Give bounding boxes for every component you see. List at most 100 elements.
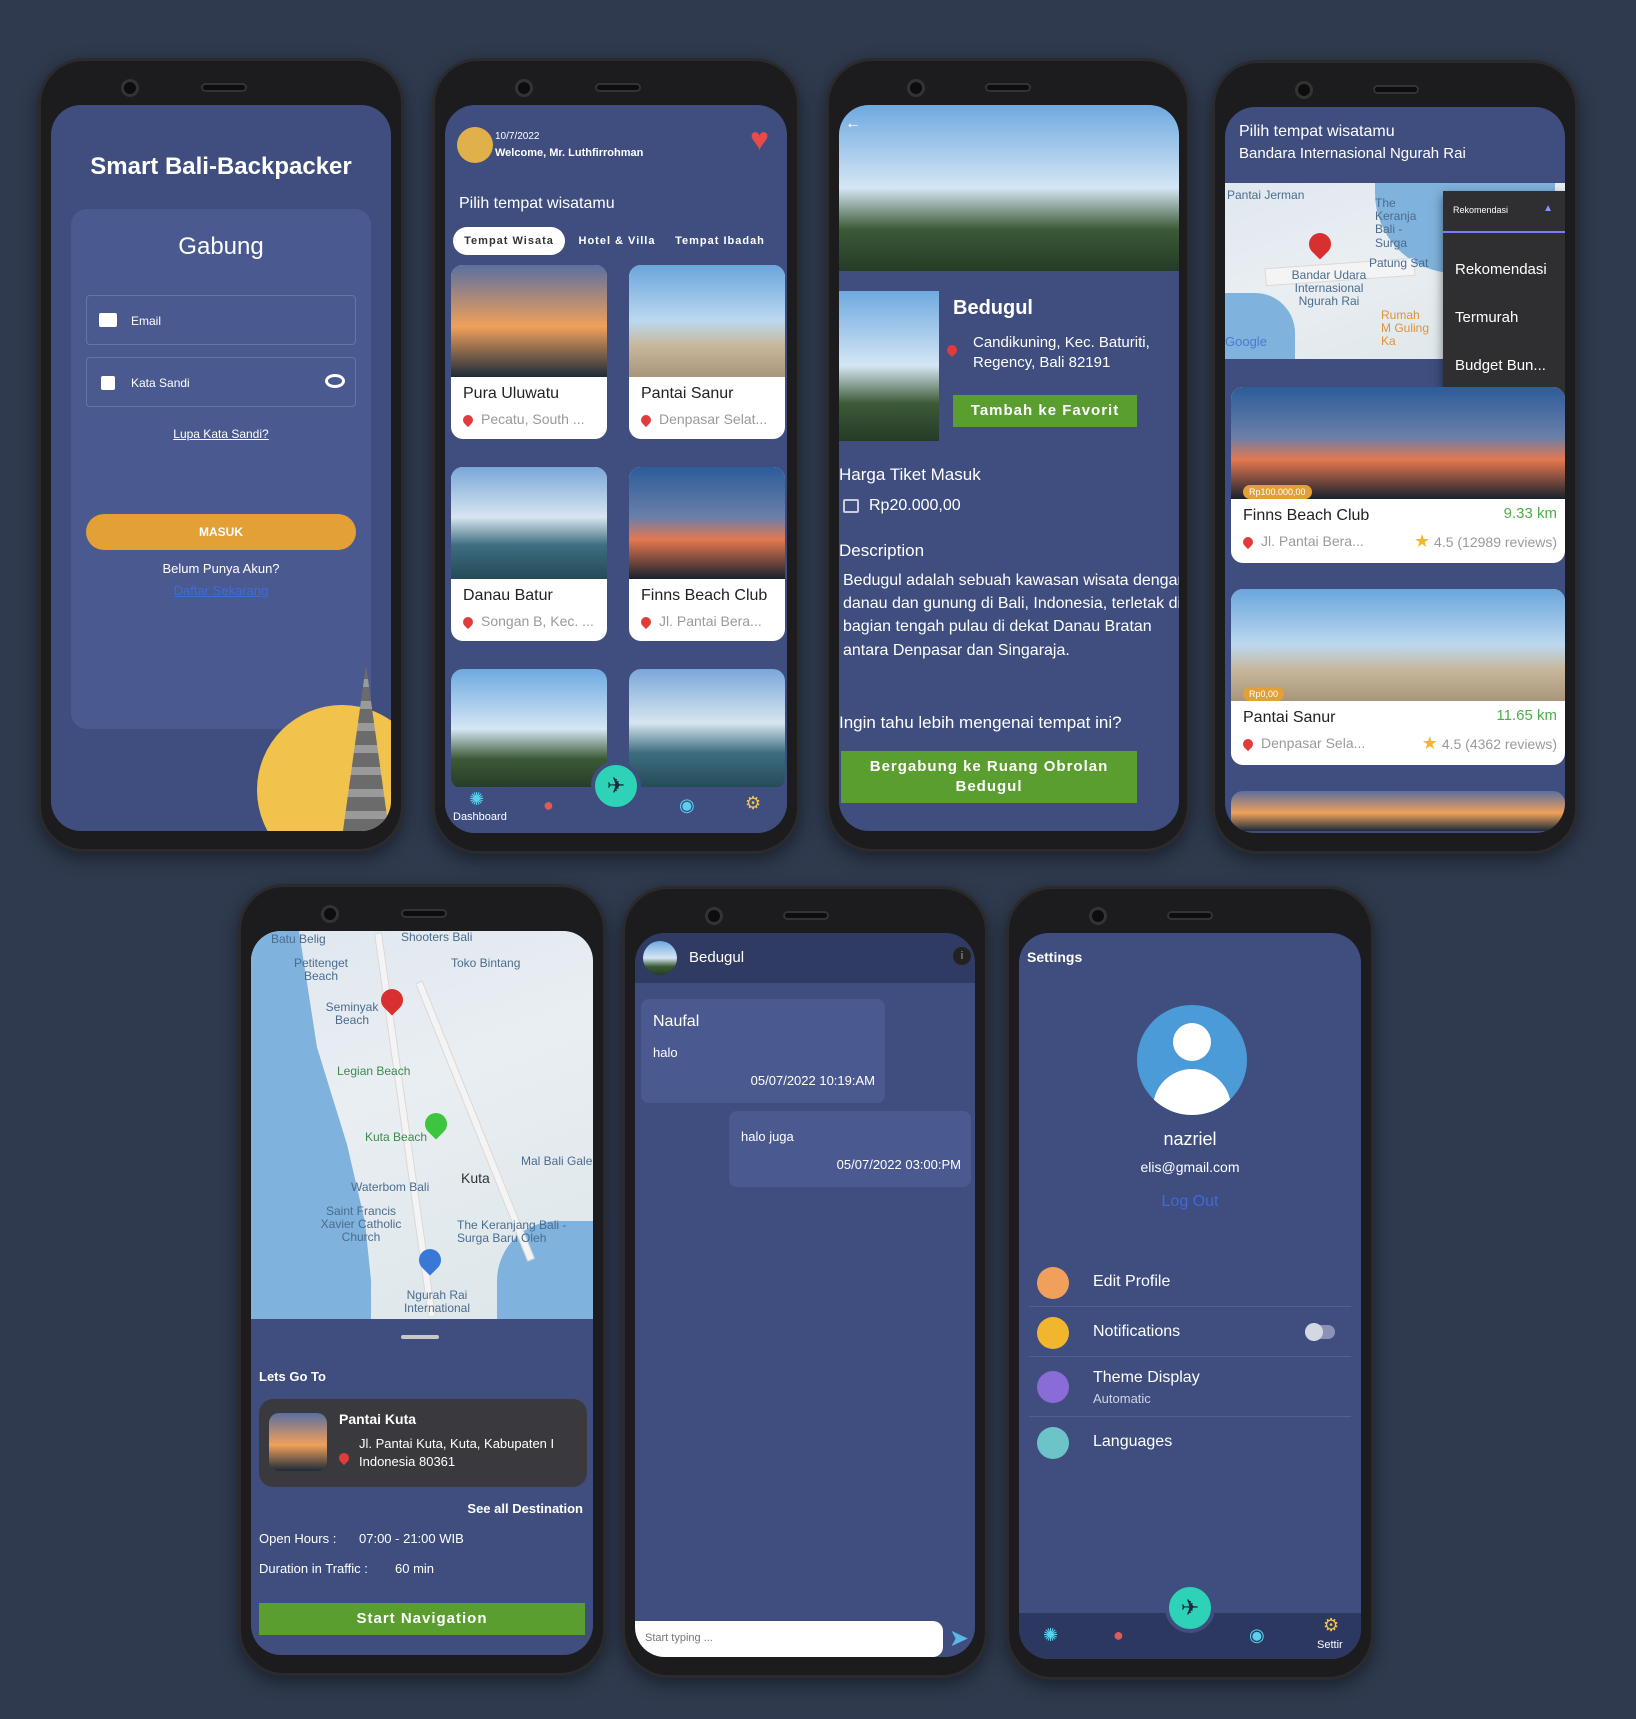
register-link[interactable]: Daftar Sekarang bbox=[71, 583, 371, 598]
description-title: Description bbox=[839, 541, 925, 560]
nav-dashboard-label[interactable]: Dashboard bbox=[453, 811, 507, 823]
place-card[interactable] bbox=[629, 669, 785, 789]
navigation-map[interactable]: Batu Belig Shooters Bali Petitenget Beac… bbox=[251, 931, 593, 1319]
phone-listing: Pilih tempat wisatamu Bandara Internasio… bbox=[1212, 60, 1578, 854]
map-pin-icon[interactable]: ● bbox=[543, 795, 554, 816]
camera-dot bbox=[705, 907, 723, 925]
chat-icon[interactable]: ◉ bbox=[1249, 1625, 1265, 1646]
languages-icon bbox=[1037, 1427, 1069, 1459]
eye-icon[interactable] bbox=[325, 374, 345, 388]
section-title: Pilih tempat wisatamu bbox=[459, 195, 615, 212]
speaker-slot bbox=[595, 83, 641, 92]
gear-icon[interactable]: ⚙ bbox=[1323, 1615, 1339, 1636]
nav-settings-label[interactable]: Settir bbox=[1317, 1639, 1343, 1651]
location-pin-icon bbox=[336, 1449, 357, 1467]
join-chat-button[interactable]: Bergabung ke Ruang Obrolan Bedugul bbox=[841, 751, 1137, 803]
listing-name: Pantai Sanur bbox=[1243, 709, 1336, 726]
login-button[interactable]: MASUK bbox=[86, 514, 356, 550]
email-field[interactable]: Email bbox=[86, 295, 356, 345]
place-card[interactable]: Finns Beach Club Jl. Pantai Bera... bbox=[629, 467, 785, 641]
user-avatar[interactable] bbox=[457, 127, 493, 163]
listing-rating: ★ 4.5 (12989 reviews) bbox=[1414, 531, 1557, 552]
settings-row-theme-display[interactable]: Theme Display Automatic bbox=[1029, 1357, 1351, 1417]
dropdown-option[interactable]: Budget Bun... bbox=[1455, 357, 1546, 374]
map-label: Rumah M Guling Ka bbox=[1381, 308, 1430, 349]
info-icon[interactable]: i bbox=[953, 947, 971, 965]
logout-link[interactable]: Log Out bbox=[1019, 1193, 1361, 1211]
dropdown-option[interactable]: Rekomendasi bbox=[1455, 261, 1547, 278]
camera-dot bbox=[907, 79, 925, 97]
plane-fab-button[interactable]: ✈ bbox=[1165, 1583, 1215, 1633]
dropdown-selected[interactable]: Rekomendasi bbox=[1453, 205, 1508, 215]
map-label: Petitenget Beach bbox=[293, 956, 349, 984]
speaker-slot bbox=[985, 83, 1031, 92]
listing-card[interactable]: Rp0,00 Pantai Sanur 11.65 km Denpasar Se… bbox=[1231, 589, 1565, 765]
thumbnail-image bbox=[839, 291, 939, 441]
map-label: Pantai Jerman bbox=[1227, 188, 1305, 202]
dropdown-option[interactable]: Termurah bbox=[1455, 309, 1518, 326]
location-pin-icon bbox=[1240, 737, 1256, 752]
send-icon[interactable]: ➤ bbox=[949, 1624, 969, 1653]
place-card[interactable] bbox=[451, 669, 607, 789]
settings-row-label: Edit Profile bbox=[1093, 1273, 1171, 1290]
place-location: Jl. Pantai Bera... bbox=[638, 613, 762, 630]
map-pin-icon[interactable]: ● bbox=[1113, 1625, 1124, 1646]
heart-icon[interactable]: ♥ bbox=[750, 123, 769, 155]
phone-chat: Bedugul i Naufal halo 05/07/2022 10:19:A… bbox=[622, 886, 988, 1678]
camera-dot bbox=[1089, 907, 1107, 925]
destination-image bbox=[269, 1413, 327, 1471]
place-card[interactable]: Pantai Sanur Denpasar Selat... bbox=[629, 265, 785, 439]
listing-title: Pilih tempat wisatamu bbox=[1239, 123, 1395, 140]
forgot-password-link[interactable]: Lupa Kata Sandi? bbox=[71, 427, 371, 441]
start-navigation-button[interactable]: Start Navigation bbox=[259, 1603, 585, 1635]
tab-tempat-ibadah[interactable]: Tempat Ibadah bbox=[667, 227, 773, 255]
phone-detail: ← Bedugul Candikuning, Kec. Baturiti, Re… bbox=[826, 58, 1190, 852]
navigation-screen: Batu Belig Shooters Bali Petitenget Beac… bbox=[251, 931, 593, 1655]
listing-card[interactable] bbox=[1231, 791, 1565, 831]
chat-icon[interactable]: ◉ bbox=[679, 795, 695, 816]
tab-hotel-villa[interactable]: Hotel & Villa bbox=[569, 227, 665, 255]
ticket-title: Harga Tiket Masuk bbox=[839, 465, 981, 484]
map-label: Kuta Beach bbox=[365, 1130, 428, 1144]
settings-row-languages[interactable]: Languages bbox=[1029, 1419, 1351, 1467]
listing-card[interactable]: Rp100.000,00 Finns Beach Club 9.33 km Jl… bbox=[1231, 387, 1565, 563]
profile-avatar[interactable] bbox=[1137, 1005, 1247, 1115]
sort-dropdown[interactable]: Rekomendasi ▲ Rekomendasi Termurah Budge… bbox=[1443, 191, 1565, 401]
plane-fab-button[interactable]: ✈ bbox=[591, 761, 641, 811]
gear-icon[interactable]: ⚙ bbox=[745, 793, 761, 814]
place-image bbox=[451, 265, 607, 377]
price-badge: Rp0,00 bbox=[1243, 687, 1285, 701]
listing-rating: ★ 4.5 (4362 reviews) bbox=[1422, 733, 1557, 754]
see-all-destination-link[interactable]: See all Destination bbox=[467, 1501, 583, 1516]
password-field[interactable]: Kata Sandi bbox=[86, 357, 356, 407]
message-bubble: halo juga 05/07/2022 03:00:PM bbox=[729, 1111, 971, 1187]
date-text: 10/7/2022 bbox=[495, 131, 540, 142]
destination-address: Jl. Pantai Kuta, Kuta, Kabupaten I Indon… bbox=[359, 1436, 555, 1470]
map-label: Legian Beach bbox=[337, 1064, 411, 1078]
place-image bbox=[451, 467, 607, 579]
tab-tempat-wisata[interactable]: Tempat Wisata bbox=[453, 227, 565, 255]
location-pin-icon bbox=[944, 341, 961, 357]
message-input[interactable]: Start typing ... bbox=[635, 1621, 943, 1657]
sheet-handle[interactable] bbox=[401, 1335, 439, 1339]
message-text: halo bbox=[653, 1045, 678, 1060]
place-location-text: Jl. Pantai Bera... bbox=[659, 613, 762, 629]
place-card[interactable]: Pura Uluwatu Pecatu, South ... bbox=[451, 265, 607, 439]
dashboard-icon[interactable]: ✺ bbox=[469, 789, 484, 810]
place-name: Pura Uluwatu bbox=[463, 385, 560, 402]
notifications-toggle[interactable] bbox=[1305, 1323, 1335, 1341]
settings-row-notifications[interactable]: Notifications bbox=[1029, 1309, 1351, 1357]
more-info-title: Ingin tahu lebih mengenai tempat ini? bbox=[839, 713, 1122, 732]
settings-row-edit-profile[interactable]: Edit Profile bbox=[1029, 1259, 1351, 1307]
rating-text: 4.5 (12989 reviews) bbox=[1434, 534, 1557, 550]
location-pin-icon bbox=[1240, 535, 1256, 550]
plane-icon: ✈ bbox=[1180, 1595, 1200, 1620]
google-logo: Google bbox=[1225, 334, 1267, 349]
add-favorite-button[interactable]: Tambah ke Favorit bbox=[953, 395, 1137, 427]
map-label: The Keranjang Bali - Surga Baru Oleh bbox=[457, 1218, 567, 1246]
dashboard-icon[interactable]: ✺ bbox=[1043, 1625, 1058, 1646]
place-card[interactable]: Danau Batur Songan B, Kec. ... bbox=[451, 467, 607, 641]
back-arrow-icon[interactable]: ← bbox=[845, 115, 861, 133]
speaker-slot bbox=[1167, 911, 1213, 920]
destination-card[interactable]: Pantai Kuta Jl. Pantai Kuta, Kuta, Kabup… bbox=[259, 1399, 587, 1487]
